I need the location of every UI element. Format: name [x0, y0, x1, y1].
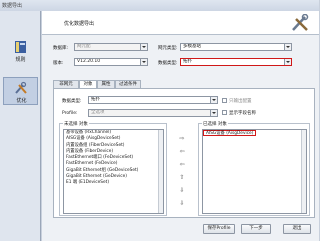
move-left-button[interactable]: ⇦ [178, 148, 186, 155]
header: 优化数据导出 [42, 11, 319, 35]
network-type-label: 网元类型: [158, 46, 178, 51]
window-title: 数据导出 [2, 3, 23, 9]
title-bar: 数据导出 [0, 0, 319, 11]
database-label: 数据库: [53, 46, 69, 51]
unselected-group: 未选择 对象 基带设备 (RxChannel) AISG设备 (AisgDevi… [59, 121, 167, 216]
wrench-screwdriver-icon [292, 14, 309, 31]
chevron-down-icon [284, 59, 291, 65]
move-down-button[interactable]: ⇩ [178, 187, 186, 194]
move-up-button[interactable]: ⇧ [178, 174, 186, 181]
selected-list[interactable]: AISG设备 (AisgDevice) [202, 129, 307, 214]
move-bottom-button[interactable]: ⇩ [178, 200, 186, 207]
panel-datatype-value: 拓扑 [91, 97, 100, 102]
chevron-down-icon [140, 59, 147, 65]
network-type-select[interactable]: 多模基站 [180, 43, 292, 51]
database-select[interactable]: 网元配 [74, 43, 148, 51]
list-scrollbar[interactable] [158, 130, 163, 213]
next-button[interactable]: 下一步 [241, 224, 271, 234]
move-all-left-button[interactable]: ⇦ [178, 161, 186, 168]
nav-item-rules[interactable]: 规则 [3, 37, 38, 65]
profile-value: 全选项 [91, 110, 105, 115]
save-profile-button[interactable]: 保存Profile [203, 224, 235, 234]
tools-icon [15, 81, 27, 94]
chevron-down-icon [210, 97, 217, 103]
profile-select[interactable]: 全选项 [88, 109, 218, 117]
version-select[interactable]: V12.20.10 [74, 58, 148, 66]
selected-group: 已选择 对象 AISG设备 (AisgDevice) [198, 121, 310, 216]
tab-attributes[interactable]: 属性 [97, 80, 115, 88]
move-right-button[interactable]: ⇨ [178, 135, 186, 142]
network-type-value: 多模基站 [183, 44, 201, 49]
list-scrollbar[interactable] [301, 130, 306, 213]
nav-label: 规则 [15, 57, 26, 63]
nav-item-optimize[interactable]: 优化 [3, 77, 38, 105]
version-label: 版本: [53, 61, 64, 66]
list-item[interactable]: AISG设备 (AisgDevice) [203, 130, 257, 137]
data-type-select[interactable]: 拓扑 [180, 58, 292, 66]
chevron-down-icon [210, 110, 217, 116]
database-value: 网元配 [77, 44, 91, 49]
exit-button[interactable]: 退出 [283, 224, 311, 234]
nav-label: 优化 [16, 98, 27, 104]
tab-bar: 非网元 对象 属性 过滤条件 [53, 80, 315, 89]
list-item[interactable]: E1 端 (E1DeviceSet) [64, 180, 163, 186]
config-only-checkbox[interactable] [222, 98, 227, 103]
show-field-name-label: 显示字段名称 [229, 111, 256, 116]
panel-datatype-select[interactable]: 拓扑 [88, 96, 218, 104]
config-only-label: 只输出配置 [229, 99, 252, 104]
objects-panel: 数据类型: 拓扑 Profile: 全选项 只输出配置 显示字段名称 未选择 对… [53, 88, 315, 218]
left-nav: 规则 优化 [0, 11, 41, 241]
tab-non-network[interactable]: 非网元 [53, 80, 79, 88]
version-value: V12.20.10 [77, 59, 101, 64]
page-title: 优化数据导出 [64, 21, 95, 27]
book-icon [15, 41, 26, 53]
chevron-down-icon [284, 44, 291, 50]
profile-label: Profile: [62, 111, 78, 116]
panel-datatype-label: 数据类型: [62, 99, 82, 104]
unselected-list[interactable]: 基带设备 (RxChannel) AISG设备 (AisgDeviceSet) … [63, 129, 164, 214]
show-field-name-checkbox[interactable] [222, 110, 227, 115]
chevron-down-icon [140, 44, 147, 50]
data-type-value: 拓扑 [183, 59, 192, 64]
tab-filter[interactable]: 过滤条件 [115, 80, 141, 88]
data-type-label: 数据类型: [158, 61, 178, 66]
unselected-group-title: 未选择 对象 [63, 121, 89, 127]
selected-group-title: 已选择 对象 [202, 121, 228, 127]
